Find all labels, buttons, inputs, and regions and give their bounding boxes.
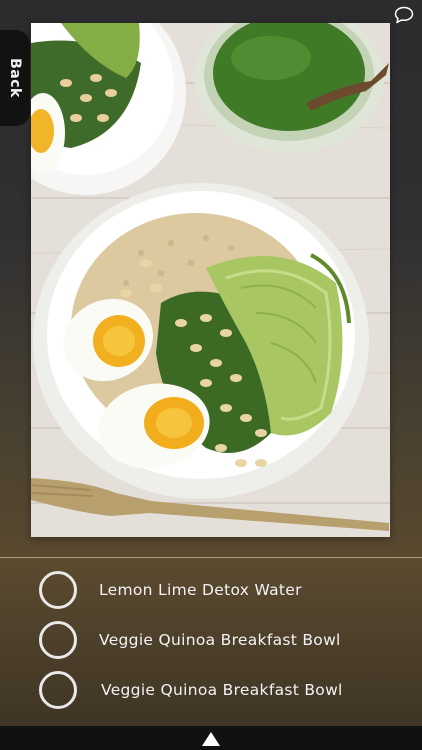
bottom-bar (0, 726, 422, 750)
food-photo (31, 23, 390, 537)
back-button[interactable]: Back (0, 30, 30, 126)
divider (0, 557, 422, 558)
back-label: Back (7, 58, 24, 98)
speech-bubble-icon[interactable] (394, 6, 414, 24)
answer-option-1[interactable]: Lemon Lime Detox Water (0, 565, 422, 615)
answer-option-3[interactable]: Veggie Quinoa Breakfast Bowl (0, 665, 422, 715)
answer-option-2[interactable]: Veggie Quinoa Breakfast Bowl (0, 615, 422, 665)
answer-label-3: Veggie Quinoa Breakfast Bowl (101, 681, 343, 699)
radio-button-1[interactable] (39, 571, 77, 609)
answer-list: Lemon Lime Detox Water Veggie Quinoa Bre… (0, 565, 422, 715)
radio-button-3[interactable] (39, 671, 77, 709)
radio-button-2[interactable] (39, 621, 77, 659)
answer-label-2: Veggie Quinoa Breakfast Bowl (99, 631, 341, 649)
answer-label-1: Lemon Lime Detox Water (99, 581, 302, 599)
arrow-up-icon[interactable] (202, 732, 220, 746)
